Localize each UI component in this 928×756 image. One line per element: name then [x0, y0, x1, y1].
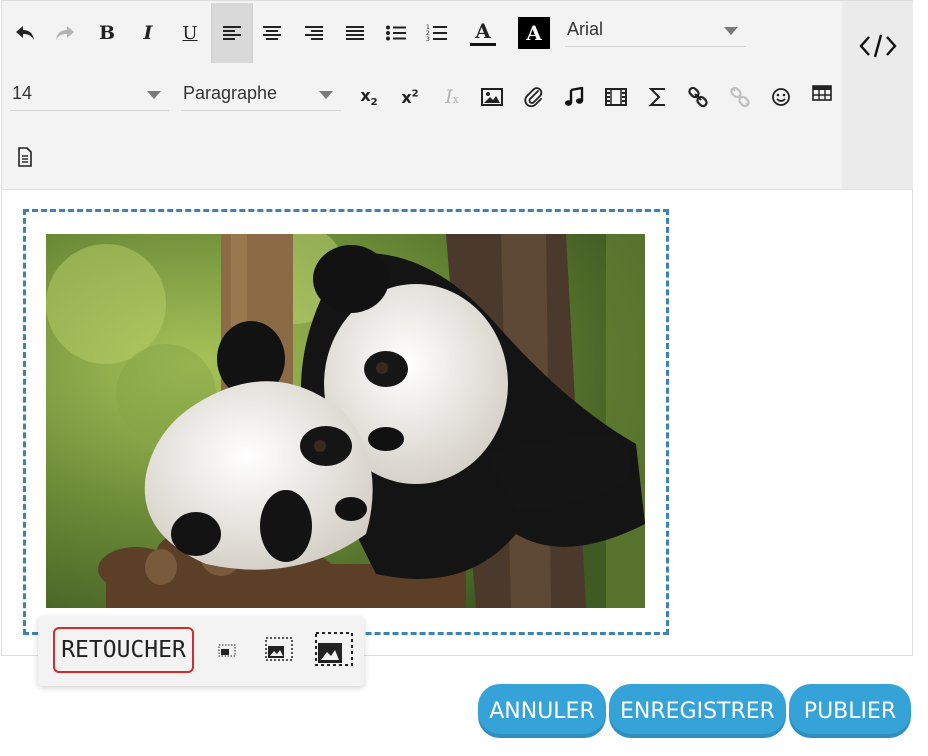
block-format-value: Paragraphe [183, 83, 278, 103]
image-size-small-button[interactable] [214, 638, 240, 662]
subscript-label: x [360, 85, 371, 105]
background-color-swatch: A [518, 17, 550, 49]
attach-file-button[interactable] [515, 67, 553, 127]
clear-format-label: I [445, 86, 453, 108]
paperclip-icon [524, 87, 543, 108]
bold-label: B [98, 22, 116, 44]
align-left-button[interactable] [211, 3, 253, 63]
film-icon [605, 88, 627, 106]
document-button[interactable] [6, 127, 44, 187]
editor-toolbar: B I U 123 A A Arial 14 Paragraphe x2 x2 … [2, 1, 842, 189]
undo-button[interactable] [6, 3, 44, 63]
retouch-button[interactable]: RETOUCHER [53, 627, 194, 673]
redo-icon [56, 26, 74, 40]
panda-illustration [46, 234, 645, 608]
image-edit-popup: RETOUCHER [38, 616, 364, 686]
align-left-icon [223, 26, 241, 40]
toolbar-divider [2, 189, 913, 190]
cancel-button[interactable]: ANNULER [478, 684, 606, 738]
text-color-button[interactable]: A [464, 3, 502, 63]
insert-audio-button[interactable] [555, 67, 593, 127]
insert-link-button[interactable] [679, 67, 717, 127]
image-size-large-button[interactable] [312, 630, 356, 668]
redo-button[interactable] [46, 3, 84, 63]
bold-button[interactable]: B [88, 3, 126, 63]
image-small-icon [218, 644, 236, 657]
image-medium-icon [265, 637, 293, 661]
superscript-icon: x2 [401, 88, 418, 107]
numbered-list-icon: 123 [426, 24, 447, 42]
image-icon [481, 88, 503, 106]
align-center-icon [263, 26, 281, 40]
chevron-down-icon [147, 91, 161, 99]
superscript-label: x [401, 87, 412, 107]
unlink-button[interactable] [721, 67, 759, 127]
link-icon [688, 86, 708, 108]
table-icon [812, 85, 832, 101]
chevron-down-icon [724, 27, 738, 35]
subscript-button[interactable]: x2 [350, 67, 388, 127]
image-large-icon [315, 632, 353, 666]
bullet-list-button[interactable] [377, 3, 415, 63]
text-color-underline [470, 42, 496, 46]
svg-text:3: 3 [426, 36, 430, 42]
justify-button[interactable] [336, 3, 374, 63]
undo-icon [16, 26, 34, 40]
insert-formula-button[interactable] [639, 67, 677, 127]
align-center-button[interactable] [253, 3, 291, 63]
image-size-medium-button[interactable] [262, 634, 296, 664]
emoji-button[interactable] [762, 67, 800, 127]
code-icon [859, 34, 897, 58]
bullet-list-icon [386, 25, 406, 41]
justify-icon [346, 26, 364, 40]
numbered-list-button[interactable]: 123 [418, 3, 456, 63]
chevron-down-icon [319, 91, 333, 99]
font-size-value: 14 [12, 83, 33, 103]
italic-button[interactable]: I [129, 3, 167, 63]
unlink-icon [730, 86, 750, 108]
superscript-button[interactable]: x2 [391, 67, 429, 127]
background-color-button[interactable]: A [515, 3, 553, 63]
insert-image-button[interactable] [473, 67, 511, 127]
align-right-button[interactable] [295, 3, 333, 63]
underline-button[interactable]: U [171, 3, 209, 63]
panda-image[interactable] [46, 234, 645, 608]
subscript-digit: 2 [370, 97, 378, 109]
clear-format-icon: Ix [445, 86, 459, 108]
text-color-label: A [475, 18, 491, 43]
publish-button[interactable]: PUBLIER [789, 684, 911, 738]
subscript-icon: x2 [360, 86, 377, 108]
underline-label: U [182, 22, 198, 44]
insert-table-button[interactable] [803, 63, 841, 123]
sigma-icon [649, 88, 665, 106]
align-right-icon [305, 26, 323, 40]
background-color-label: A [526, 21, 542, 45]
font-family-value: Arial [567, 19, 604, 39]
font-size-select[interactable]: 14 [10, 77, 169, 111]
smiley-icon [772, 88, 790, 106]
music-note-icon [565, 87, 584, 106]
insert-video-button[interactable] [597, 67, 635, 127]
code-view-button[interactable] [856, 28, 900, 64]
save-button[interactable]: ENREGISTRER [609, 684, 786, 738]
superscript-digit: 2 [411, 88, 419, 100]
clear-format-button[interactable]: Ix [433, 67, 471, 127]
document-icon [18, 147, 32, 167]
font-family-select[interactable]: Arial [565, 13, 746, 47]
italic-label: I [143, 22, 153, 44]
clear-format-mark: x [452, 93, 459, 106]
block-format-select[interactable]: Paragraphe [181, 77, 341, 111]
